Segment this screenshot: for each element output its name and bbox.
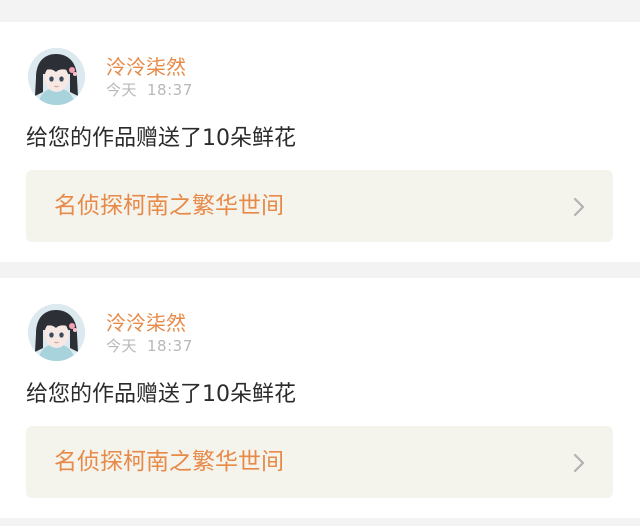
chevron-right-icon: [569, 452, 589, 474]
gift-action-text: 给您的作品赠送了10朵鲜花: [26, 126, 296, 151]
post-time-clock: 18:37: [147, 81, 193, 99]
chevron-right-icon: [569, 196, 589, 218]
work-link-card[interactable]: 名侦探柯南之繁华世间: [26, 170, 613, 242]
gift-notification-card: 泠泠柒然 今天 18:37 给您的作品赠送了10朵鲜花 名侦探柯南之繁华世间: [0, 22, 640, 262]
user-name[interactable]: 泠泠柒然: [106, 311, 186, 335]
post-time: 今天 18:37: [106, 336, 193, 356]
user-name[interactable]: 泠泠柒然: [106, 55, 186, 79]
post-time-clock: 18:37: [147, 337, 193, 355]
post-time-day: 今天: [106, 81, 138, 99]
work-title[interactable]: 名侦探柯南之繁华世间: [54, 447, 284, 477]
work-link-card[interactable]: 名侦探柯南之繁华世间: [26, 426, 613, 498]
user-avatar[interactable]: [28, 304, 85, 361]
post-time-day: 今天: [106, 337, 138, 355]
gift-notification-card: 泠泠柒然 今天 18:37 给您的作品赠送了10朵鲜花 名侦探柯南之繁华世间: [0, 278, 640, 518]
gift-action-text: 给您的作品赠送了10朵鲜花: [26, 382, 296, 407]
gift-notification-feed: 泠泠柒然 今天 18:37 给您的作品赠送了10朵鲜花 名侦探柯南之繁华世间 泠…: [0, 0, 640, 526]
work-title[interactable]: 名侦探柯南之繁华世间: [54, 191, 284, 221]
user-avatar[interactable]: [28, 48, 85, 105]
post-time: 今天 18:37: [106, 80, 193, 100]
